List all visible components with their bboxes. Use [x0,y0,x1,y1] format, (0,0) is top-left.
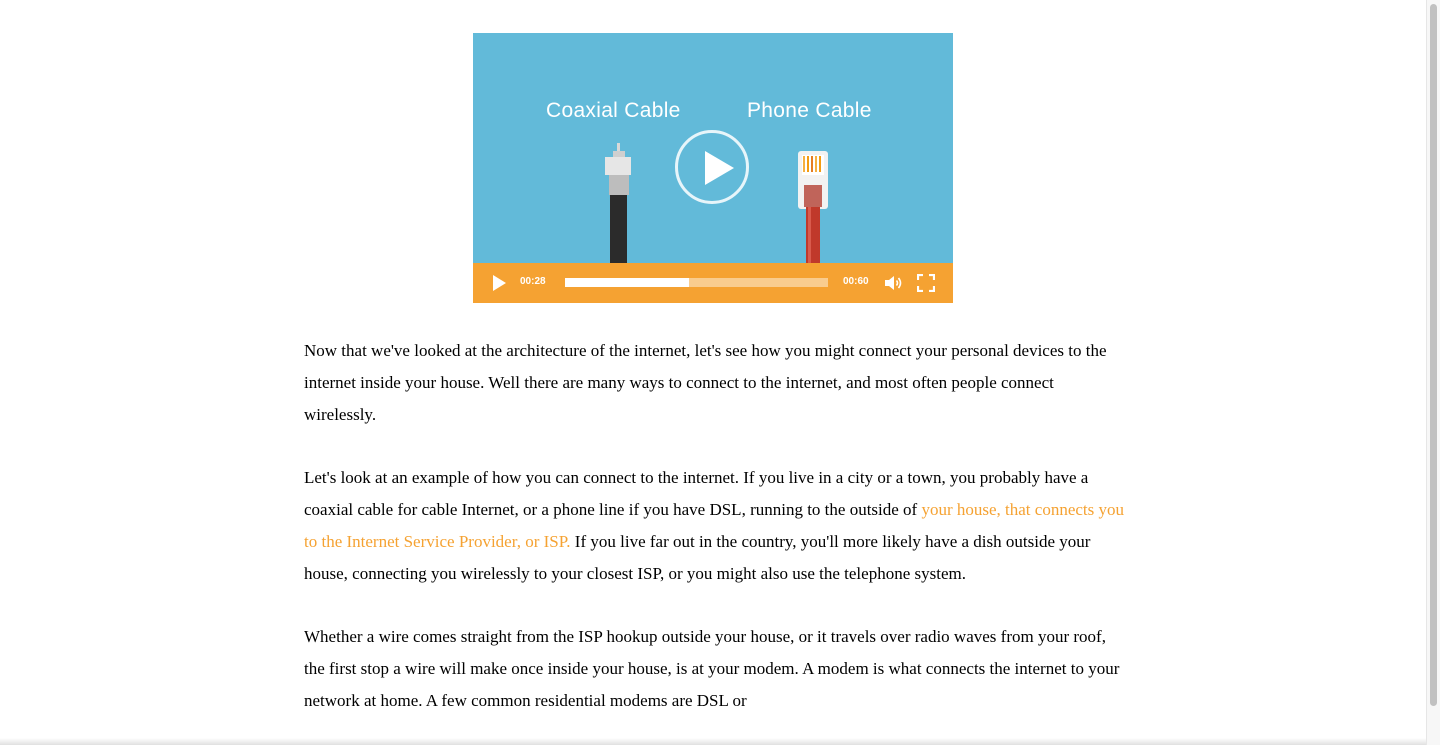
play-button[interactable] [493,275,506,291]
duration: 00:60 [843,276,869,287]
article-body: Now that we've looked at the architectur… [304,335,1124,745]
phone-cable-label: Phone Cable [747,99,872,122]
current-time: 00:28 [520,276,546,287]
bottom-shadow [0,738,1426,745]
video-control-bar: 00:28 00:60 [473,263,953,303]
vertical-scrollbar[interactable] [1426,0,1440,745]
scrollbar-thumb[interactable] [1430,4,1437,706]
fullscreen-icon[interactable] [917,274,935,292]
volume-icon[interactable] [884,274,904,292]
page: Coaxial Cable Phone Cable 00:28 00:60 No… [0,0,1426,745]
play-overlay-button[interactable] [675,130,749,204]
coaxial-cable-illustration [605,143,631,263]
progress-fill [565,278,689,287]
paragraph: Whether a wire comes straight from the I… [304,627,1120,710]
video-player[interactable]: Coaxial Cable Phone Cable 00:28 00:60 [473,33,953,303]
progress-bar[interactable] [565,278,828,287]
paragraph: Now that we've looked at the architectur… [304,341,1107,424]
coaxial-cable-label: Coaxial Cable [546,99,681,122]
play-icon [705,151,734,185]
phone-cable-illustration [798,151,828,263]
paragraph: Let's look at an example of how you can … [304,462,1124,590]
